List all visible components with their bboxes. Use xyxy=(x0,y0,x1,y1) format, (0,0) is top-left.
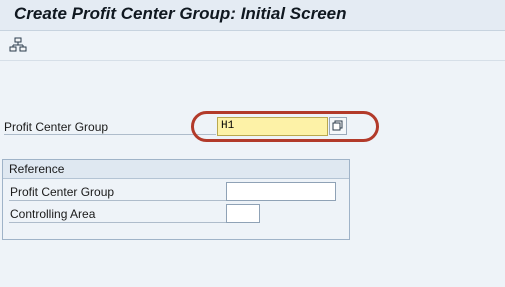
label-underline xyxy=(9,222,227,223)
value-help-icon xyxy=(332,120,343,131)
application-toolbar xyxy=(0,31,505,61)
reference-profit-center-group-input[interactable] xyxy=(226,182,336,201)
hierarchy-icon[interactable] xyxy=(8,36,28,54)
value-help-button[interactable] xyxy=(329,117,347,135)
reference-group-title: Reference xyxy=(9,162,65,176)
label-underline xyxy=(4,134,216,135)
controlling-area-label: Controlling Area xyxy=(10,207,96,221)
reference-group-header: Reference xyxy=(3,160,349,179)
reference-group: Reference Profit Center Group Controllin… xyxy=(2,159,350,240)
page-title: Create Profit Center Group: Initial Scre… xyxy=(14,4,347,23)
label-underline xyxy=(9,200,227,201)
profit-center-group-input[interactable]: H1 xyxy=(217,117,328,136)
profit-center-group-label: Profit Center Group xyxy=(4,120,109,134)
reference-profit-center-group-label: Profit Center Group xyxy=(10,185,115,199)
title-bar: Create Profit Center Group: Initial Scre… xyxy=(0,0,505,31)
controlling-area-input[interactable] xyxy=(226,204,260,223)
